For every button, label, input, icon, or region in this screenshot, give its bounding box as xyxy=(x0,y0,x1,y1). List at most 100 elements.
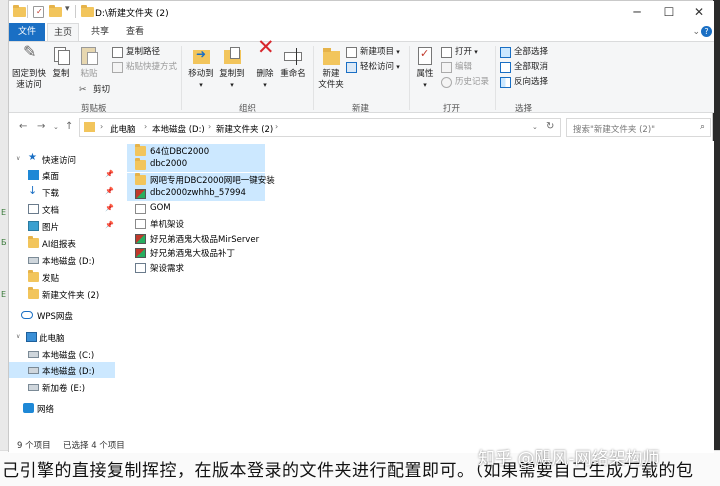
pin-icon[interactable]: 📌 xyxy=(105,187,114,195)
nav-ai-report-folder[interactable]: AI组报表 xyxy=(9,235,115,251)
properties-check-icon[interactable]: ✓ xyxy=(33,6,44,18)
new-item-icon xyxy=(346,47,357,58)
new-item-button[interactable]: 新建项目 ▾ xyxy=(346,46,400,59)
back-arrow-icon[interactable]: ← xyxy=(19,121,27,132)
edit-button[interactable]: 编辑 xyxy=(441,61,472,74)
explorer-window: ✓ ▾ D:\新建文件夹 (2) ─ ☐ ✕ 文件 主页 共享 查看 ⌄ ? ✎… xyxy=(8,0,714,453)
nav-pictures[interactable]: 图片 📌 xyxy=(9,218,115,234)
paste-button[interactable]: 粘贴 xyxy=(77,45,101,80)
nav-network[interactable]: 网络 xyxy=(9,400,115,416)
quick-access-toolbar-dropdown-icon[interactable]: ▾ xyxy=(65,4,70,14)
pin-icon[interactable]: 📌 xyxy=(105,221,114,229)
file-list: 64位DBC2000 dbc2000 网吧专用DBC2000网吧一键安装 dbc… xyxy=(117,141,714,435)
pin-icon: ✎ xyxy=(23,42,37,61)
selected-count: 已选择 4 个项目 xyxy=(63,441,125,451)
nav-downloads[interactable]: ↓ 下载 📌 xyxy=(9,184,115,200)
tab-view[interactable]: 查看 xyxy=(119,23,151,41)
up-arrow-icon[interactable]: ↑ xyxy=(65,121,73,132)
scissors-icon: ✂ xyxy=(79,85,87,95)
nav-wps-cloud[interactable]: WPS网盘 xyxy=(9,307,115,323)
select-group-label: 选择 xyxy=(515,104,533,114)
pictures-icon xyxy=(28,221,39,231)
forward-arrow-icon[interactable]: → xyxy=(37,121,45,132)
paste-icon xyxy=(78,45,100,67)
properties-icon: ✓ xyxy=(414,45,436,67)
nav-quick-drive-d[interactable]: 本地磁盘 (D:) xyxy=(9,252,115,268)
cloud-icon xyxy=(21,311,33,319)
drive-icon xyxy=(28,257,39,264)
document-icon xyxy=(135,204,146,214)
breadcrumb-new-folder-2[interactable]: 新建文件夹 (2) xyxy=(216,123,273,135)
copy-icon xyxy=(50,45,72,67)
open-icon xyxy=(441,47,452,58)
pin-to-quick-access-button[interactable]: ✎ 固定到快 速访问 xyxy=(11,42,47,91)
new-folder-quick-icon[interactable] xyxy=(49,5,62,18)
archive-icon xyxy=(135,234,146,244)
ribbon: ✎ 固定到快 速访问 复制 粘贴 复制路径 粘贴快捷方式 ✂ 剪切 剪贴板 ➜ … xyxy=(9,37,714,114)
nav-drive-d[interactable]: 本地磁盘 (D:) xyxy=(9,362,115,378)
tab-share[interactable]: 共享 xyxy=(85,23,115,41)
list-item[interactable]: dbc2000zwhhb_57994 xyxy=(127,187,265,201)
rename-button[interactable]: 重命名 xyxy=(279,45,307,80)
nav-posts-folder[interactable]: 发贴 xyxy=(9,269,115,285)
select-none-button[interactable]: 全部取消 xyxy=(500,61,548,74)
search-input[interactable]: 搜索"新建文件夹 (2)" ⌕ xyxy=(566,118,711,137)
history-button[interactable]: 历史记录 xyxy=(441,76,489,89)
history-icon xyxy=(441,77,452,88)
list-item[interactable]: 64位DBC2000 xyxy=(127,144,265,158)
paste-shortcut-icon xyxy=(112,62,123,73)
tab-home[interactable]: 主页 xyxy=(47,23,79,41)
title-bar: ✓ ▾ D:\新建文件夹 (2) ─ ☐ ✕ xyxy=(9,1,714,23)
address-bar[interactable]: › 此电脑 › 本地磁盘 (D:) › 新建文件夹 (2) › ⌄ ↻ xyxy=(79,118,561,137)
new-folder-icon xyxy=(320,45,342,67)
breadcrumb-this-pc[interactable]: 此电脑 xyxy=(110,123,136,135)
help-icon[interactable]: ? xyxy=(701,26,712,37)
minimize-button[interactable]: ─ xyxy=(621,1,653,23)
open-button[interactable]: 打开 ▾ xyxy=(441,46,478,59)
refresh-icon[interactable]: ↻ xyxy=(546,121,554,132)
search-icon: ⌕ xyxy=(699,122,705,132)
pin-icon[interactable]: 📌 xyxy=(105,204,114,212)
nav-drive-e[interactable]: 新加卷 (E:) xyxy=(9,379,115,395)
nav-documents[interactable]: 文档 📌 xyxy=(9,201,115,217)
copy-button[interactable]: 复制 xyxy=(49,45,73,80)
pin-icon[interactable]: 📌 xyxy=(105,170,114,178)
maximize-button[interactable]: ☐ xyxy=(653,1,685,23)
nav-desktop[interactable]: 桌面 📌 xyxy=(9,167,115,183)
address-dropdown-icon[interactable]: ⌄ xyxy=(532,123,538,131)
tab-file[interactable]: 文件 xyxy=(9,23,45,41)
copy-path-button[interactable]: 复制路径 xyxy=(112,46,160,59)
edit-icon xyxy=(441,62,452,73)
close-button[interactable]: ✕ xyxy=(683,1,715,23)
copy-path-icon xyxy=(112,47,123,58)
nav-new-folder-2[interactable]: 新建文件夹 (2) xyxy=(9,286,115,302)
invert-selection-icon xyxy=(500,77,511,88)
move-to-button[interactable]: ➜ 移动到 ▾ xyxy=(186,45,216,91)
list-item[interactable]: 网吧专用DBC2000网吧一键安装 xyxy=(127,173,275,187)
select-all-button[interactable]: 全部选择 xyxy=(500,46,548,59)
invert-selection-button[interactable]: 反向选择 xyxy=(500,76,548,89)
copy-to-button[interactable]: 复制到 ▾ xyxy=(217,45,247,91)
folder-icon xyxy=(135,158,146,170)
ribbon-expand-icon[interactable]: ⌄ xyxy=(692,27,700,37)
cut-button[interactable]: ✂ 剪切 xyxy=(79,84,110,97)
documents-icon xyxy=(28,204,39,214)
delete-button[interactable]: ✕ 删除 ▾ xyxy=(253,37,277,91)
star-icon: ★ xyxy=(28,152,37,163)
breadcrumb-drive-d[interactable]: 本地磁盘 (D:) xyxy=(152,123,205,135)
list-item[interactable]: dbc2000 xyxy=(127,158,265,172)
paste-shortcut-button[interactable]: 粘贴快捷方式 xyxy=(112,61,177,74)
drive-icon xyxy=(28,367,39,374)
recent-locations-icon[interactable]: ⌄ xyxy=(53,123,59,131)
properties-button[interactable]: ✓ 属性 ▾ xyxy=(412,45,438,91)
nav-this-pc[interactable]: ∨ 此电脑 xyxy=(9,329,115,345)
easy-access-button[interactable]: 轻松访问 ▾ xyxy=(346,61,400,74)
desktop-icon xyxy=(28,170,39,180)
nav-quick-access[interactable]: ∨ ★ 快速访问 xyxy=(9,151,115,167)
drive-icon xyxy=(28,384,39,391)
item-count: 9 个项目 xyxy=(17,441,51,451)
nav-drive-c[interactable]: 本地磁盘 (C:) xyxy=(9,346,115,362)
new-folder-button[interactable]: 新建 文件夹 xyxy=(316,45,346,91)
pc-icon xyxy=(26,332,37,342)
clipboard-group-label: 剪贴板 xyxy=(81,104,107,114)
